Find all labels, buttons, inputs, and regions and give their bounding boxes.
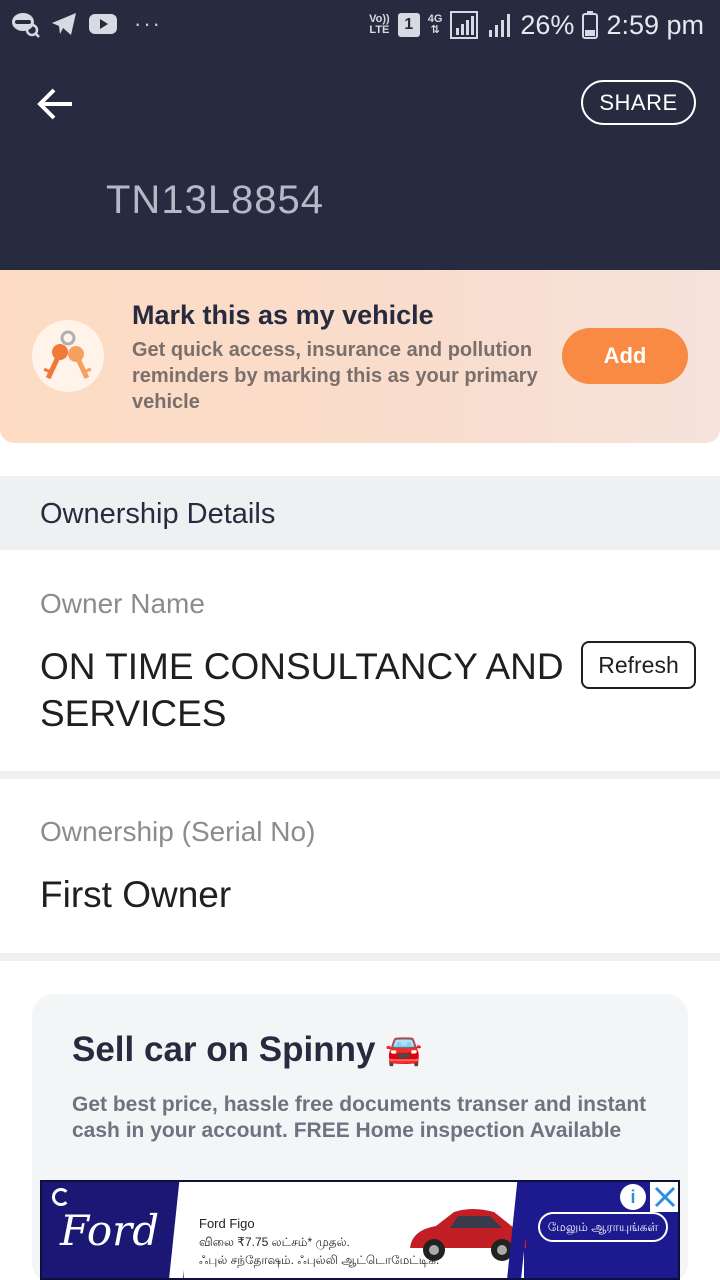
ad-price: விலை ₹7.75 லட்சம்* முதல். [199,1235,350,1249]
volte-indicator: Vo)) LTE [369,14,390,36]
close-icon [654,1186,676,1208]
status-bar: ··· Vo)) LTE 1 4G ⇅ 26% 2:59 pm [0,0,720,50]
section-divider [0,953,720,961]
sell-card-description: Get best price, hassle free documents tr… [72,1093,647,1142]
keys-icon-container [32,320,104,392]
clock: 2:59 pm [606,10,704,40]
arrow-left-icon [37,88,72,120]
advertisement-banner[interactable]: Ford Ford Figo விலை ₹7.75 லட்சம்* முதல்.… [40,1180,680,1280]
sell-card-title-text: Sell car on Spinny [72,1030,376,1069]
lte-label: LTE [369,24,390,36]
system-indicators: Vo)) LTE 1 4G ⇅ 26% 2:59 pm [369,8,704,42]
telegram-icon [52,13,76,35]
network-type-indicator: 4G ⇅ [428,14,443,36]
ad-info-icon[interactable]: i [620,1184,646,1210]
add-vehicle-button[interactable]: Add [562,328,688,384]
ownership-section-header: Ownership Details [0,476,720,550]
back-button[interactable] [34,84,78,124]
battery-percent: 26% [520,10,575,40]
sim-slot-badge: 1 [397,13,420,37]
vehicle-header: SHARE TN13L8854 [0,50,720,270]
signal-strength-2-icon [489,14,511,37]
owner-name-line-2: SERVICES [40,693,227,734]
ad-tagline: ஃபுல் சந்தோஷம். ஃபுல்லி ஆட்டொமேட்டிக். [199,1253,440,1267]
ownership-serial-label: Ownership (Serial No) [40,816,316,847]
refresh-button[interactable]: Refresh [581,641,696,689]
data-arrows-icon: ⇅ [430,24,440,36]
ad-model: Ford Figo [199,1216,255,1231]
ford-logo: Ford [60,1206,160,1255]
vehicle-plate-number: TN13L8854 [106,178,325,222]
owner-name-line-1: ON TIME CONSULTANCY AND [40,646,564,687]
section-title: Ownership Details [40,498,276,530]
notification-icons: ··· [10,10,162,38]
ad-loop-icon [52,1188,70,1206]
ad-logo-area: Ford [42,1182,180,1278]
mark-vehicle-banner: Mark this as my vehicle Get quick access… [0,270,720,443]
section-divider [0,771,720,779]
sell-card-title: Sell car on Spinny 🚘 [72,1030,423,1070]
signal-strength-icon [450,11,479,39]
battery-icon [582,11,599,39]
ad-close-button[interactable] [650,1182,678,1212]
share-button[interactable]: SHARE [581,80,696,125]
banner-description: Get quick access, insurance and pollutio… [132,339,538,413]
youtube-icon [89,14,117,34]
ad-cta-button[interactable]: மேலும் ஆராயுங்கள் [538,1212,668,1242]
car-icon: 🚘 [385,1033,423,1067]
keys-icon [43,330,92,380]
banner-title: Mark this as my vehicle [132,300,434,330]
chat-search-icon [12,13,40,38]
app-root: ··· Vo)) LTE 1 4G ⇅ 26% 2:59 pm SHARE TN… [0,0,720,1280]
owner-name-label: Owner Name [40,588,205,619]
more-notifications-icon: ··· [134,11,162,36]
ownership-serial-value: First Owner [40,874,232,915]
